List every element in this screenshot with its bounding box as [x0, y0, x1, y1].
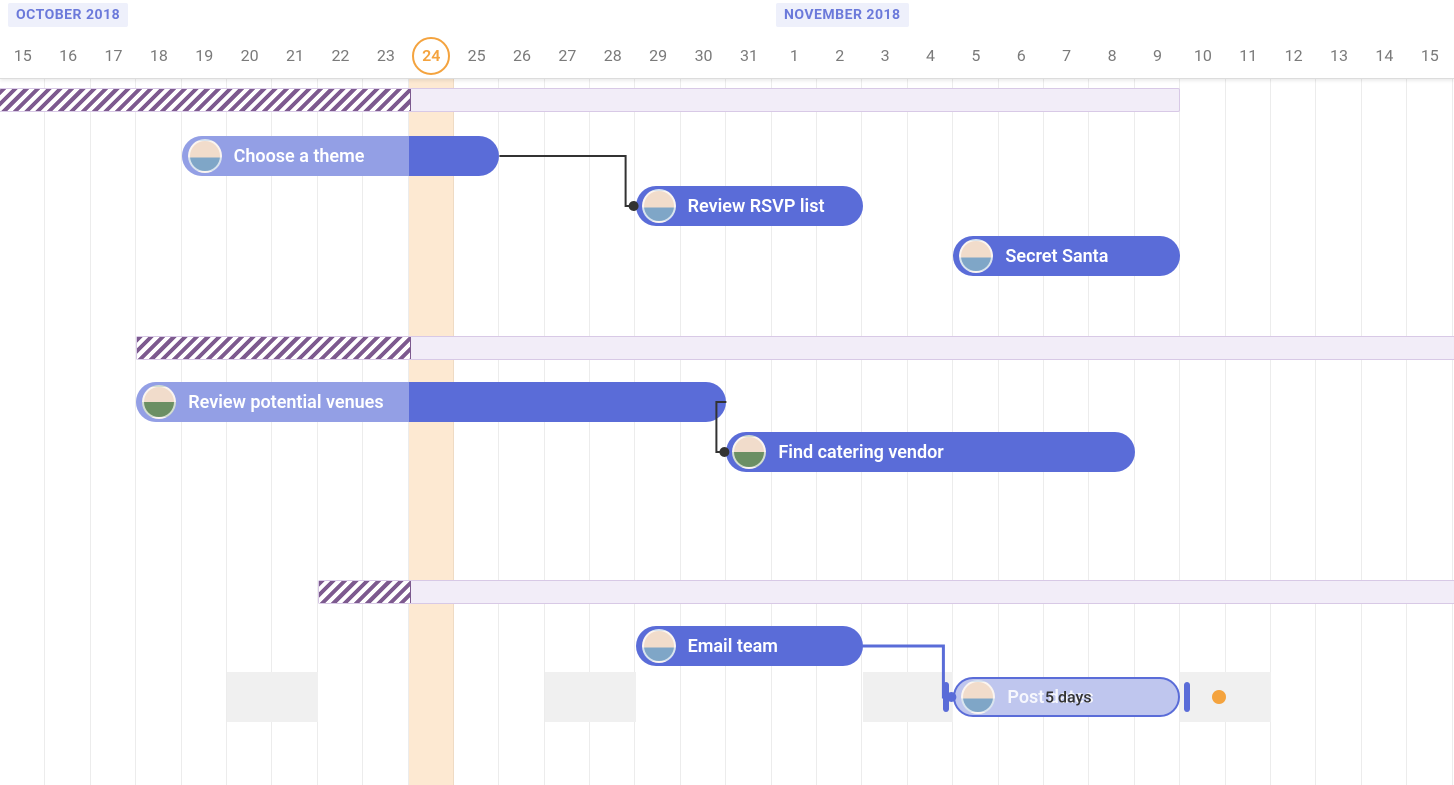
task-bar-t4[interactable]: Review potential venues [136, 382, 726, 422]
day-cell[interactable]: 6 [999, 34, 1044, 78]
day-cell[interactable]: 29 [635, 34, 680, 78]
day-cell[interactable]: 5 [953, 34, 998, 78]
day-cell[interactable]: 19 [182, 34, 227, 78]
summary-bar[interactable] [318, 580, 1454, 604]
weekend-cell [545, 672, 590, 722]
day-cell[interactable]: 15 [1407, 34, 1452, 78]
task-bar-t2[interactable]: Review RSVP list [636, 186, 863, 226]
day-cell[interactable]: 25 [454, 34, 499, 78]
today-highlight [409, 78, 454, 785]
summary-progress [137, 337, 410, 359]
days-row: 1516171819202122232425262728293031123456… [0, 34, 1454, 78]
day-cell[interactable]: 8 [1089, 34, 1134, 78]
day-cell[interactable]: 3 [862, 34, 907, 78]
day-cell[interactable]: 21 [272, 34, 317, 78]
day-cell[interactable]: 1 [772, 34, 817, 78]
day-cell[interactable]: 23 [363, 34, 408, 78]
assignee-avatar[interactable] [961, 680, 995, 714]
day-cell[interactable]: 13 [1316, 34, 1361, 78]
gantt-grid[interactable]: Choose a theme Review RSVP list Secret San… [0, 78, 1454, 785]
weekend-cell [272, 672, 317, 722]
task-label: Review potential venues [188, 392, 383, 413]
day-cell-today[interactable]: 24 [409, 34, 454, 78]
summary-bar[interactable] [136, 336, 1454, 360]
summary-progress [0, 89, 411, 111]
task-label: Find catering vendor [778, 442, 943, 463]
day-cell[interactable]: 16 [45, 34, 90, 78]
day-cell[interactable]: 4 [908, 34, 953, 78]
timeline-header: OCTOBER 2018 NOVEMBER 2018 1516171819202… [0, 0, 1454, 79]
summary-progress [319, 581, 411, 603]
duration-tooltip: 5 days [1045, 688, 1092, 707]
weekend-cell [227, 672, 272, 722]
assignee-avatar[interactable] [959, 239, 993, 273]
day-cell[interactable]: 10 [1180, 34, 1225, 78]
day-cell[interactable]: 30 [681, 34, 726, 78]
month-label-nov: NOVEMBER 2018 [776, 3, 909, 27]
day-cell[interactable]: 11 [1226, 34, 1271, 78]
assignee-avatar[interactable] [642, 189, 676, 223]
day-cell[interactable]: 7 [1044, 34, 1089, 78]
day-cell[interactable]: 28 [590, 34, 635, 78]
resize-handle-left[interactable] [943, 682, 949, 712]
task-label: Choose a theme [234, 146, 365, 167]
task-bar-t1[interactable]: Choose a theme [182, 136, 500, 176]
day-cell[interactable]: 27 [545, 34, 590, 78]
day-cell[interactable]: 18 [136, 34, 181, 78]
summary-bar[interactable] [0, 88, 1180, 112]
task-label: Email team [688, 636, 778, 657]
weekend-cell [1226, 672, 1271, 722]
task-bar-t7[interactable]: Post dates5 days [953, 677, 1180, 717]
weekend-cell [590, 672, 635, 722]
resize-handle-right[interactable] [1184, 682, 1190, 712]
task-label: Secret Santa [1005, 246, 1108, 267]
day-cell[interactable]: 12 [1271, 34, 1316, 78]
day-cell[interactable]: 22 [318, 34, 363, 78]
task-bar-t6[interactable]: Email team [636, 626, 863, 666]
assignee-avatar[interactable] [188, 139, 222, 173]
task-bar-t3[interactable]: Secret Santa [953, 236, 1180, 276]
day-cell[interactable]: 31 [726, 34, 771, 78]
month-label-oct: OCTOBER 2018 [8, 3, 128, 27]
day-cell[interactable]: 15 [0, 34, 45, 78]
assignee-avatar[interactable] [142, 385, 176, 419]
day-cell[interactable]: 17 [91, 34, 136, 78]
assignee-avatar[interactable] [642, 629, 676, 663]
day-cell[interactable]: 20 [227, 34, 272, 78]
task-label: Review RSVP list [688, 196, 825, 217]
day-cell[interactable]: 2 [817, 34, 862, 78]
day-cell[interactable]: 26 [499, 34, 544, 78]
assignee-avatar[interactable] [732, 435, 766, 469]
task-bar-t5[interactable]: Find catering vendor [726, 432, 1135, 472]
day-cell[interactable]: 9 [1135, 34, 1180, 78]
day-cell[interactable]: 14 [1362, 34, 1407, 78]
weekend-cell [863, 672, 908, 722]
